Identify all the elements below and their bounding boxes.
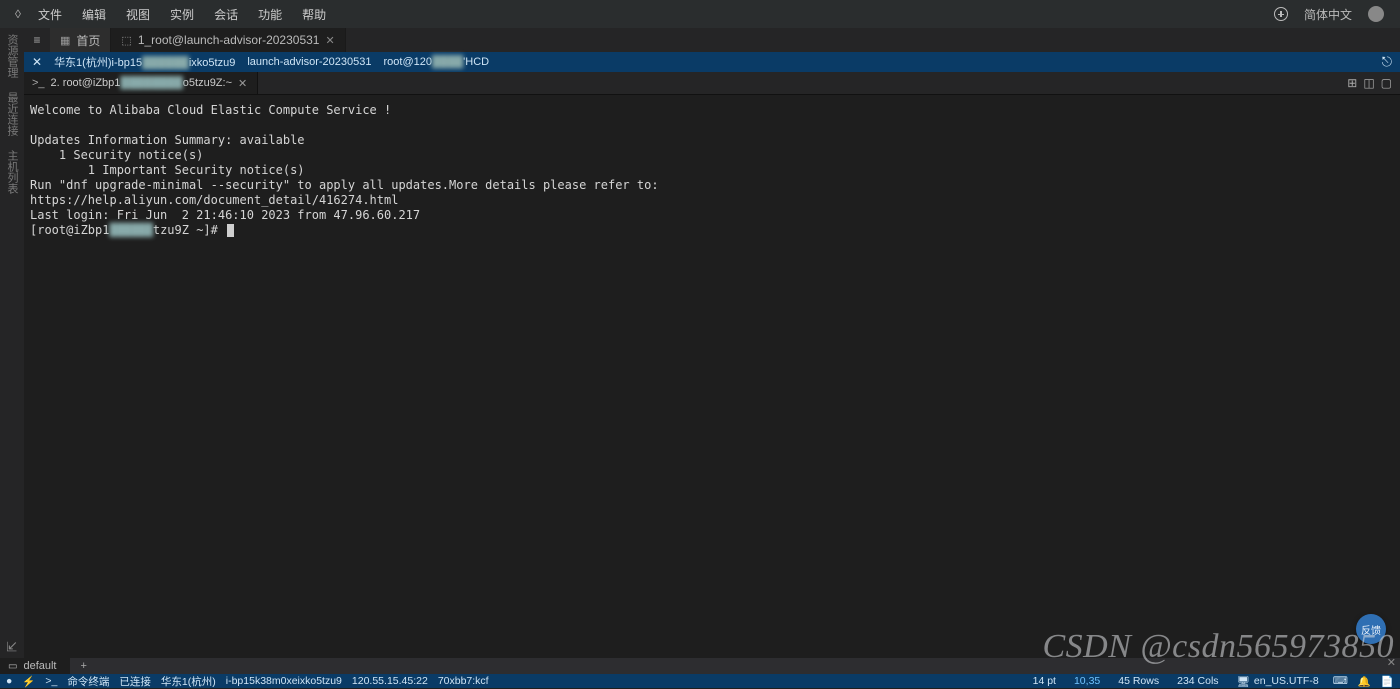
status-instance: i-bp15k38m0xeixko5tzu9 [226, 675, 342, 687]
status-prompt-icon: >_ [45, 675, 57, 687]
status-connection: 已连接 [119, 674, 151, 689]
term-line-2: Updates Information Summary: available [30, 133, 305, 147]
term-line-4: 1 Important Security notice(s) [30, 163, 305, 177]
status-log-icon[interactable]: 📄 [1381, 675, 1394, 688]
status-hex: 70xbb7:kcf [438, 675, 489, 687]
session-tab-close-icon[interactable]: ✕ [238, 77, 247, 90]
main-tabstrip: ≡ ▦ 首页 ⬚ 1_root@launch-advisor-20230531 … [24, 28, 1400, 52]
status-region: 华东1(杭州) [161, 674, 216, 689]
status-cursor-pos: 10,35 [1070, 675, 1104, 687]
feedback-button[interactable]: 反馈 [1356, 614, 1386, 644]
avatar-icon [1368, 6, 1384, 22]
status-fontsize[interactable]: 14 pt [1029, 675, 1060, 687]
terminal-cursor [227, 224, 234, 237]
term-line-5: Run "dnf upgrade-minimal --security" to … [30, 178, 659, 192]
grid-icon: ▦ [60, 34, 70, 47]
menu-edit[interactable]: 编辑 [72, 2, 116, 27]
status-keyboard-icon[interactable]: ⌨ [1333, 675, 1348, 687]
terminal-icon: ⬚ [121, 34, 131, 47]
tab-close-icon[interactable]: ✕ [325, 34, 334, 47]
monitor-icon: ▭ [8, 661, 17, 672]
prompt-icon: >_ [32, 77, 45, 89]
new-session-button[interactable] [1266, 3, 1296, 25]
status-bar: ● ⚡ >_ 命令终端 已连接 华东1(杭州) i-bp15k38m0xeixk… [0, 674, 1400, 688]
pin-icon[interactable]: ⇲ [4, 641, 19, 652]
tab-home[interactable]: ▦ 首页 [50, 28, 111, 52]
session-tab-label: 2. root@iZbp1████████o5tzu9Z:~ [51, 77, 232, 89]
conn-user: root@120████'HCD [384, 56, 490, 68]
term-line-6: https://help.aliyun.com/document_detail/… [30, 193, 398, 207]
sidebar-item-recent[interactable]: 最近连接 [4, 92, 20, 136]
connection-bar: ✕ 华东1(杭州)i-bp15██████ixko5tzu9 launch-ad… [24, 52, 1400, 72]
term-prompt: [root@iZbp1██████tzu9Z ~]# [30, 223, 218, 237]
plus-circle-icon [1274, 7, 1288, 21]
status-cols: 234 Cols [1173, 675, 1222, 687]
term-line-7: Last login: Fri Jun 2 21:46:10 2023 from… [30, 208, 420, 222]
session-tabbar: >_ 2. root@iZbp1████████o5tzu9Z:~ ✕ ⊞ ◫ … [24, 72, 1400, 94]
sidebar-item-resource[interactable]: 资源管理 [4, 34, 20, 78]
panel-close-icon[interactable]: ✕ [1387, 656, 1396, 669]
tab-home-label: 首页 [76, 32, 100, 49]
conn-instance-name: launch-advisor-20230531 [247, 56, 371, 68]
term-line-0: Welcome to Alibaba Cloud Elastic Compute… [30, 103, 391, 117]
tab-session-1-label: 1_root@launch-advisor-20230531 [138, 33, 320, 47]
menu-help[interactable]: 帮助 [292, 2, 336, 27]
bottom-tab-default[interactable]: ▭ default [0, 658, 70, 674]
term-line-3: 1 Security notice(s) [30, 148, 203, 162]
menu-function[interactable]: 功能 [248, 2, 292, 27]
status-plug-icon: ⚡ [22, 675, 35, 688]
left-sidebar: 资源管理 最近连接 主机列表 ⇲ [0, 28, 24, 658]
sidebar-item-hosts[interactable]: 主机列表 [4, 150, 20, 194]
status-rows: 45 Rows [1114, 675, 1163, 687]
user-avatar[interactable] [1360, 2, 1392, 26]
add-pane-icon[interactable]: ⊞ [1347, 76, 1357, 90]
menu-instance[interactable]: 实例 [160, 2, 204, 27]
status-mode: 命令终端 [67, 674, 109, 689]
bottom-tabstrip: ▭ default + ✕ [0, 658, 1400, 674]
status-bell-icon[interactable]: 🔔 [1358, 675, 1371, 688]
menu-session[interactable]: 会话 [204, 2, 248, 27]
tab-session-1[interactable]: ⬚ 1_root@launch-advisor-20230531 ✕ [111, 28, 345, 52]
split-pane-icon[interactable]: ◫ [1363, 76, 1374, 90]
menu-view[interactable]: 视图 [116, 2, 160, 27]
terminal-output[interactable]: Welcome to Alibaba Cloud Elastic Compute… [24, 95, 1400, 658]
app-logo-icon: ◊ [8, 7, 28, 21]
add-bottom-tab-button[interactable]: + [70, 660, 96, 672]
maximize-pane-icon[interactable]: ▢ [1381, 76, 1392, 90]
connect-status-icon: ✕ [32, 55, 42, 69]
status-encoding[interactable]: 🖥 en_US.UTF-8 [1233, 675, 1323, 688]
menu-file[interactable]: 文件 [28, 2, 72, 27]
language-selector[interactable]: 简体中文 [1296, 2, 1360, 27]
session-tab-active[interactable]: >_ 2. root@iZbp1████████o5tzu9Z:~ ✕ [24, 72, 258, 94]
bottom-tab-label: default [23, 660, 56, 672]
status-ip: 120.55.15.45:22 [352, 675, 428, 687]
sidebar-toggle-icon[interactable]: ≡ [24, 28, 50, 52]
conn-region: 华东1(杭州)i-bp15██████ixko5tzu9 [54, 54, 235, 70]
session-layout-controls: ⊞ ◫ ▢ [1347, 72, 1400, 94]
logout-icon[interactable]: ⎋ [1382, 54, 1392, 70]
status-app-icon: ● [6, 675, 12, 687]
menubar: ◊ 文件 编辑 视图 实例 会话 功能 帮助 简体中文 [0, 0, 1400, 28]
